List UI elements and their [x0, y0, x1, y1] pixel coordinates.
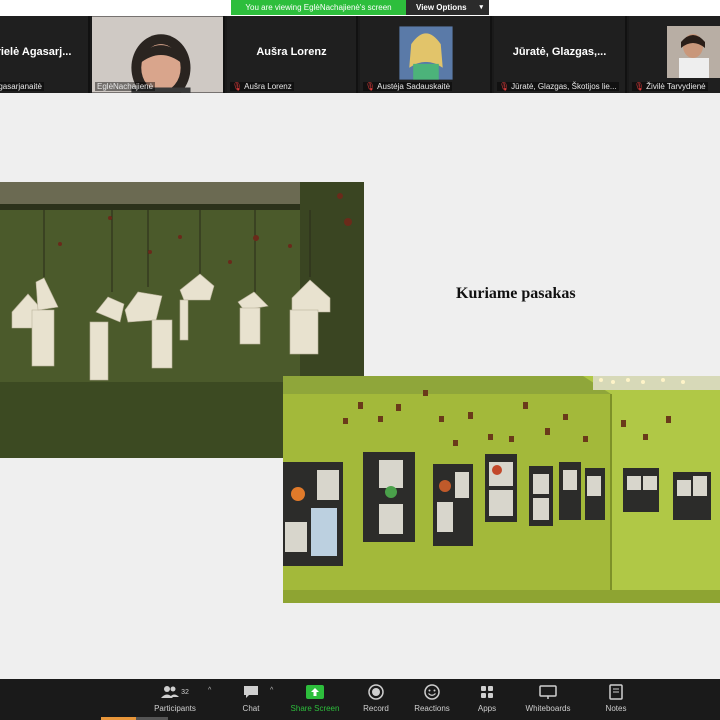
apps-button[interactable]: Apps — [457, 683, 517, 713]
meeting-toolbar: 32 Participants ^ Chat ^ Share Screen Re… — [0, 679, 720, 720]
notes-icon — [609, 684, 623, 700]
mic-muted-icon: 🎙︎ — [634, 82, 645, 91]
participant-label-text: Aušra Lorenz — [244, 82, 292, 91]
chat-icon — [244, 686, 258, 698]
participant-name-large: rielė Agasarj... — [0, 46, 72, 58]
participant-tile[interactable]: rielė Agasarj... lė Agasarjanaitė — [0, 16, 90, 93]
participant-tile[interactable]: Jūratė, Glazgas,... 🎙︎ Jūratė, Glazgas, … — [494, 16, 627, 93]
participant-label-text: EglėNachajienė — [97, 82, 154, 91]
share-screen-icon — [306, 685, 324, 699]
whiteboards-label: Whiteboards — [525, 704, 571, 713]
record-label: Record — [363, 704, 389, 713]
participant-label: 🎙︎ Živilė Tarvydienė — [632, 82, 708, 91]
chat-label: Chat — [242, 704, 260, 713]
screen-share-indicator: You are viewing EglėNachajienė's screen … — [231, 0, 489, 15]
share-screen-button[interactable]: Share Screen — [285, 683, 345, 713]
chevron-down-icon: ▾ — [479, 4, 483, 11]
reactions-icon — [424, 684, 440, 700]
participant-label-text: Živilė Tarvydienė — [646, 82, 706, 91]
participant-label: lė Agasarjanaitė — [0, 82, 44, 91]
participant-label: EglėNachajienė — [95, 82, 156, 91]
chevron-up-icon[interactable]: ^ — [270, 687, 273, 694]
participant-label: 🎙︎ Jūratė, Glazgas, Škotijos lie... — [497, 82, 619, 91]
participant-tile-video[interactable]: 🎙︎ Živilė Tarvydienė — [629, 16, 720, 93]
apps-icon — [481, 686, 493, 698]
participant-name-large: Aušra Lorenz — [256, 46, 327, 58]
viewing-screen-text: You are viewing EglėNachajienė's screen — [231, 0, 406, 15]
participant-name-large: Jūratė, Glazgas,... — [512, 46, 607, 58]
participants-button[interactable]: 32 Participants — [145, 683, 205, 713]
reactions-button[interactable]: Reactions — [402, 683, 462, 713]
apps-label: Apps — [477, 704, 497, 713]
participant-label-text: lė Agasarjanaitė — [0, 82, 42, 91]
mic-muted-icon: 🎙︎ — [365, 82, 376, 91]
participant-tile-video[interactable]: EglėNachajienė — [92, 16, 225, 93]
slide-photo-exhibition — [283, 376, 720, 603]
participants-icon — [161, 686, 180, 698]
participant-label: 🎙︎ Austėja Sadauskaitė — [363, 82, 453, 91]
share-screen-label: Share Screen — [290, 704, 340, 713]
participants-label: Participants — [154, 704, 196, 713]
participant-label-text: Jūratė, Glazgas, Škotijos lie... — [511, 82, 617, 91]
participant-tile-video[interactable]: 🎙︎ Austėja Sadauskaitė — [360, 16, 492, 93]
mic-muted-icon: 🎙︎ — [232, 82, 243, 91]
record-icon — [368, 684, 384, 700]
slide-title: Kuriame pasakas — [456, 285, 576, 302]
reactions-label: Reactions — [414, 704, 450, 713]
view-options-label: View Options — [416, 3, 467, 12]
view-options-button[interactable]: View Options ▾ — [406, 0, 489, 15]
participant-tile[interactable]: Aušra Lorenz 🎙︎ Aušra Lorenz — [227, 16, 358, 93]
notes-button[interactable]: Notes — [586, 683, 646, 713]
mic-muted-icon: 🎙︎ — [499, 82, 510, 91]
notes-label: Notes — [605, 704, 627, 713]
participant-strip: rielė Agasarj... lė Agasarjanaitė EglėNa… — [0, 16, 720, 93]
whiteboards-button[interactable]: Whiteboards — [518, 683, 578, 713]
participant-label: 🎙︎ Aušra Lorenz — [230, 82, 294, 91]
chevron-up-icon[interactable]: ^ — [208, 687, 211, 694]
top-banner: You are viewing EglėNachajienė's screen … — [0, 0, 720, 16]
whiteboard-icon — [539, 684, 557, 699]
participant-label-text: Austėja Sadauskaitė — [377, 82, 451, 91]
participant-count: 32 — [181, 688, 189, 696]
shared-screen: Kuriame pasakas — [0, 93, 720, 679]
record-button[interactable]: Record — [346, 683, 406, 713]
zoom-window: You are viewing EglėNachajienė's screen … — [0, 0, 720, 720]
